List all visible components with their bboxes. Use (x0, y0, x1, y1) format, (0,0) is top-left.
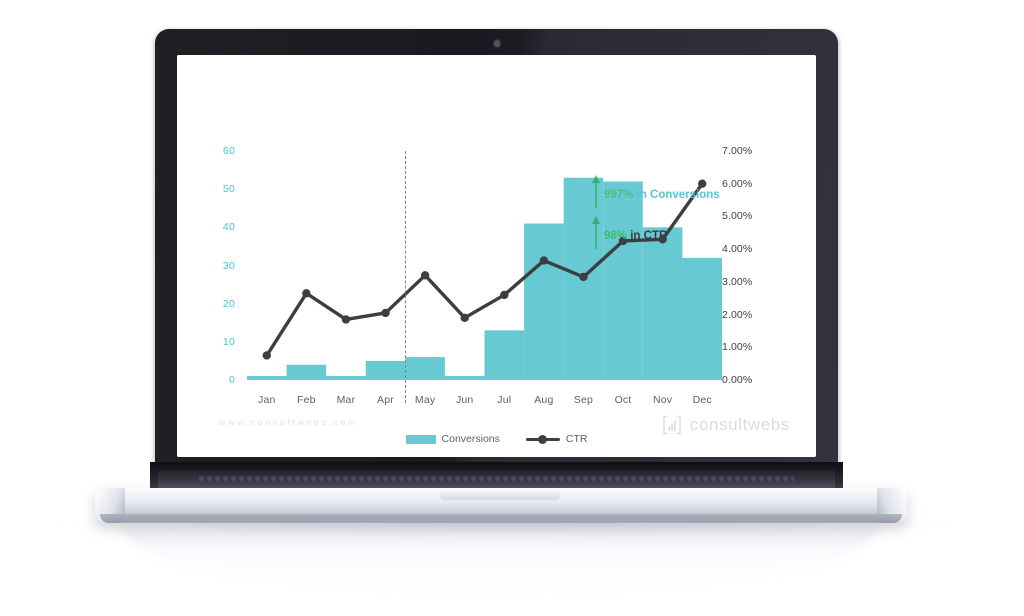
x-label-jul: Jul (497, 394, 512, 406)
x-label-jan: Jan (258, 394, 276, 406)
chart-canvas: 0 10 20 30 40 50 60 0.00% 1.00% 2.00% 3.00% 4.00% 5… (177, 55, 816, 457)
x-label-nov: Nov (652, 394, 673, 406)
x-label-dec: Dec (692, 394, 712, 406)
x-label-may: May (414, 394, 436, 406)
conversions-swatch-icon (405, 434, 436, 444)
webcam-icon (493, 40, 500, 47)
x-axis-labels: Jan Feb Mar Apr May Jun Jul Aug Sep Oct Nov Dec (177, 55, 816, 457)
laptop-lid: 0 10 20 30 40 50 60 0.00% 1.00% 2.00% 3.00% 4.00% 5… (155, 29, 838, 476)
bar-chart-logo-icon (662, 415, 682, 435)
x-label-oct: Oct (614, 394, 632, 406)
laptop-keyboard (158, 470, 835, 490)
brand-logo: consultwebs (662, 415, 790, 435)
x-label-mar: Mar (336, 394, 356, 406)
legend-label-ctr: CTR (565, 433, 588, 445)
laptop-screen: 0 10 20 30 40 50 60 0.00% 1.00% 2.00% 3.00% 4.00% 5… (177, 55, 816, 457)
trackpad-notch (440, 492, 560, 500)
laptop-device: 0 10 20 30 40 50 60 0.00% 1.00% 2.00% 3.00% 4.00% 5… (0, 0, 1024, 616)
footer-url: www.consultwebs.com (219, 417, 358, 427)
legend-item-conversions: Conversions (405, 433, 500, 445)
legend-item-ctr: CTR (525, 433, 588, 445)
ctr-line-marker-icon (525, 434, 560, 444)
x-label-apr: Apr (377, 394, 395, 406)
surface-reflection (120, 522, 880, 600)
brand-name: consultwebs (689, 415, 790, 434)
x-label-aug: Aug (534, 394, 554, 406)
x-label-sep: Sep (573, 394, 594, 406)
x-label-feb: Feb (297, 394, 316, 406)
x-label-jun: Jun (455, 394, 474, 406)
legend-label-conversions: Conversions (441, 433, 500, 445)
